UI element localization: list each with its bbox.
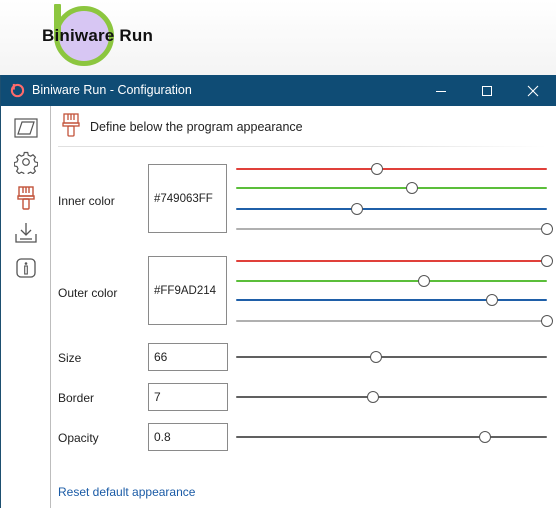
border-slider[interactable]	[236, 390, 547, 404]
sidebar-nav	[1, 106, 51, 508]
slider-thumb[interactable]	[486, 294, 499, 306]
border-label: Border	[58, 391, 95, 405]
inner-blue-slider[interactable]	[236, 202, 547, 216]
slider-thumb[interactable]	[369, 351, 382, 363]
nav-item-settings[interactable]	[13, 149, 39, 175]
reset-default-link[interactable]: Reset default appearance	[58, 485, 195, 499]
slider-track	[236, 436, 547, 438]
slider-track	[236, 260, 547, 262]
minimize-button[interactable]	[418, 75, 464, 106]
outer-blue-slider[interactable]	[236, 293, 547, 307]
slider-track	[236, 168, 547, 170]
header-divider	[58, 146, 546, 147]
slider-track	[236, 208, 547, 210]
slider-track	[236, 396, 547, 398]
nav-item-appearance[interactable]	[13, 185, 39, 211]
maximize-button[interactable]	[464, 75, 510, 106]
nav-item-shape[interactable]	[13, 115, 39, 141]
minimize-icon	[436, 90, 446, 92]
window-title: Biniware Run - Configuration	[32, 83, 192, 97]
biniware-run-widget: Biniware Run	[0, 0, 556, 75]
app-icon	[10, 83, 25, 98]
inner-red-slider[interactable]	[236, 162, 547, 176]
slider-thumb[interactable]	[366, 391, 379, 403]
size-input[interactable]	[148, 343, 228, 371]
slider-thumb[interactable]	[405, 182, 418, 194]
close-icon	[527, 85, 539, 96]
opacity-slider[interactable]	[236, 430, 547, 444]
close-button[interactable]	[510, 75, 556, 106]
inner-color-value[interactable]: #749063FF	[148, 164, 227, 233]
opacity-input[interactable]	[148, 423, 228, 451]
gear-icon	[14, 151, 38, 174]
slider-track	[236, 228, 547, 230]
outer-red-slider[interactable]	[236, 254, 553, 268]
paintbrush-icon	[17, 186, 35, 210]
outer-color-text: #FF9AD214	[154, 284, 217, 297]
slider-track	[236, 299, 547, 301]
slider-thumb[interactable]	[541, 255, 553, 267]
slider-track	[236, 280, 547, 282]
slider-thumb[interactable]	[350, 203, 363, 215]
slider-thumb[interactable]	[541, 315, 553, 327]
slider-track	[236, 187, 547, 189]
title-bar[interactable]: Biniware Run - Configuration	[1, 75, 556, 106]
outer-green-slider[interactable]	[236, 274, 547, 288]
border-input[interactable]	[148, 383, 228, 411]
slider-track	[236, 356, 547, 358]
outer-color-value[interactable]: #FF9AD214	[148, 256, 227, 325]
nav-item-about[interactable]	[13, 255, 39, 281]
parallelogram-icon	[14, 118, 38, 138]
slider-thumb[interactable]	[417, 275, 430, 287]
slider-thumb[interactable]	[478, 431, 491, 443]
section-header: Define below the program appearance	[90, 120, 303, 134]
opacity-label: Opacity	[58, 431, 99, 445]
slider-track	[236, 320, 547, 322]
outer-color-label: Outer color	[58, 286, 118, 300]
inner-alpha-slider[interactable]	[236, 222, 553, 236]
widget-title: Biniware Run	[42, 26, 154, 45]
outer-alpha-slider[interactable]	[236, 314, 553, 328]
download-tray-icon	[15, 223, 37, 243]
size-label: Size	[58, 351, 82, 365]
inner-green-slider[interactable]	[236, 181, 547, 195]
info-icon	[16, 258, 36, 278]
inner-color-label: Inner color	[58, 194, 115, 208]
slider-thumb[interactable]	[541, 223, 553, 235]
inner-color-text: #749063FF	[154, 192, 213, 205]
slider-thumb[interactable]	[371, 163, 384, 175]
maximize-icon	[482, 85, 492, 96]
paintbrush-icon	[62, 113, 80, 137]
nav-item-import[interactable]	[13, 220, 39, 246]
size-slider[interactable]	[236, 350, 547, 364]
